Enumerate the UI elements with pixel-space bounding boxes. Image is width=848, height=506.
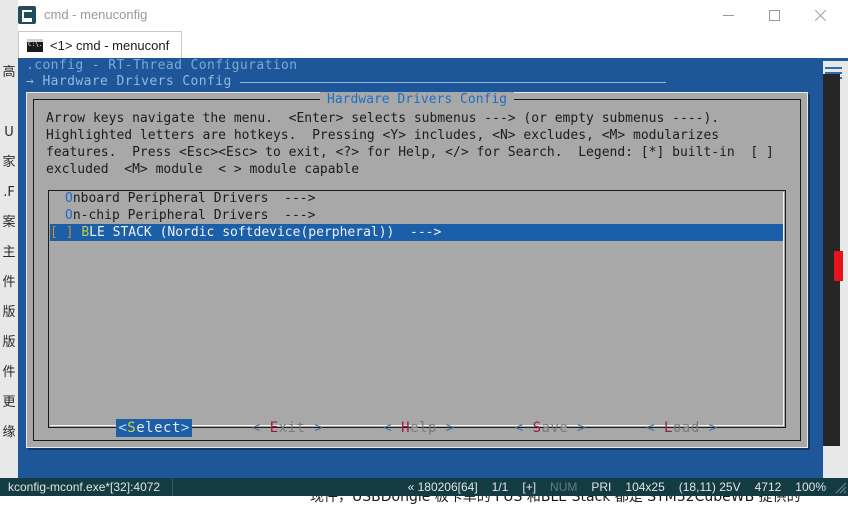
menu-item-label: n-chip Peripheral Drivers ---> (73, 208, 316, 223)
maximize-icon (769, 10, 780, 21)
menu-item[interactable]: Onboard Peripheral Drivers ---> (49, 190, 785, 207)
breadcrumb-rule (240, 82, 666, 83)
dialog-button-help[interactable]: < Help > (383, 419, 454, 437)
dialog-help-text: Arrow keys navigate the menu. <Enter> se… (46, 110, 792, 178)
status-pri: PRI (591, 480, 611, 494)
menu-item-label: nboard Peripheral Drivers ---> (73, 191, 316, 206)
dialog-button-save[interactable]: < Save > (515, 419, 586, 437)
tab-strip: <1> cmd - menuconf 1 (18, 30, 848, 61)
menu-list-box: Onboard Peripheral Drivers --->On-chip P… (48, 190, 786, 428)
status-build: « 180206[64] (408, 480, 478, 494)
status-tab-count: 1/1 (492, 480, 509, 494)
menu-item-label: LE STACK (Nordic softdevice(perpheral)) … (89, 225, 441, 240)
status-chars: 4712 (755, 480, 782, 494)
maximize-button[interactable] (751, 0, 797, 29)
background-red-marker (834, 251, 843, 281)
title-bar: cmd - menuconfig (18, 0, 848, 31)
tab-label: <1> cmd - menuconf (50, 38, 169, 53)
menu-item[interactable]: On-chip Peripheral Drivers ---> (49, 207, 785, 224)
terminal-area[interactable]: .config - RT-Thread Configuration → Hard… (18, 58, 823, 478)
minimize-button[interactable] (705, 0, 751, 29)
dialog-button-exit[interactable]: < Exit > (252, 419, 323, 437)
help-line: Highlighted letters are hotkeys. Pressin… (46, 127, 792, 144)
dialog-heading: Hardware Drivers Config (320, 92, 514, 107)
dialog-frame: Hardware Drivers Config Arrow keys navig… (33, 99, 801, 441)
dialog-button-bar: <Select> < Exit > < Help > < Save > < Load > (27, 419, 807, 437)
resize-grip-icon[interactable] (833, 480, 847, 494)
status-zoom: 100% (795, 480, 826, 494)
menu-item-hotkey: O (65, 191, 73, 206)
breadcrumb-text: → Hardware Drivers Config (26, 74, 232, 90)
close-icon (814, 10, 826, 22)
status-divider (172, 478, 173, 496)
help-line: Arrow keys navigate the menu. <Enter> se… (46, 110, 792, 127)
menu-item-checkbox: [ ] (50, 225, 81, 240)
menuconfig-header-title: .config - RT-Thread Configuration (26, 58, 297, 74)
console-icon (18, 6, 36, 24)
menu-list: Onboard Peripheral Drivers --->On-chip P… (49, 190, 785, 241)
menu-item[interactable]: [ ] BLE STACK (Nordic softdevice(perpher… (50, 224, 784, 241)
breadcrumb: → Hardware Drivers Config (26, 74, 666, 90)
menu-item-hotkey: B (81, 225, 89, 240)
help-line: features. Press <Esc><Esc> to exit, <?> … (46, 144, 792, 161)
dialog-button-select[interactable]: <Select> (116, 419, 191, 437)
status-metrics: « 180206[64] 1/1 [+] NUM PRI 104x25 (18,… (408, 480, 826, 494)
window-title: cmd - menuconfig (44, 6, 147, 24)
tab-cmd-menuconf[interactable]: <1> cmd - menuconf (18, 31, 182, 58)
close-button[interactable] (797, 0, 843, 29)
status-num-lock: NUM (550, 480, 577, 494)
status-cursor: (18,11) 25V (679, 480, 741, 494)
dialog-button-load[interactable]: < Load > (646, 419, 717, 437)
status-mode: [+] (522, 480, 536, 494)
help-line: excluded <M> module < > module capable (46, 161, 792, 178)
menuconfig-dialog: Hardware Drivers Config Arrow keys navig… (26, 92, 808, 448)
status-process: kconfig-mconf.exe*[32]:4072 (8, 480, 160, 494)
menu-item-hotkey: O (65, 208, 73, 223)
console-tab-icon (27, 39, 43, 52)
console-window: cmd - menuconfig <1> cmd - menuconf 1 (0, 0, 848, 506)
minimize-icon (723, 15, 734, 16)
status-bar: kconfig-mconf.exe*[32]:4072 « 180206[64]… (0, 478, 848, 496)
status-size: 104x25 (625, 480, 664, 494)
